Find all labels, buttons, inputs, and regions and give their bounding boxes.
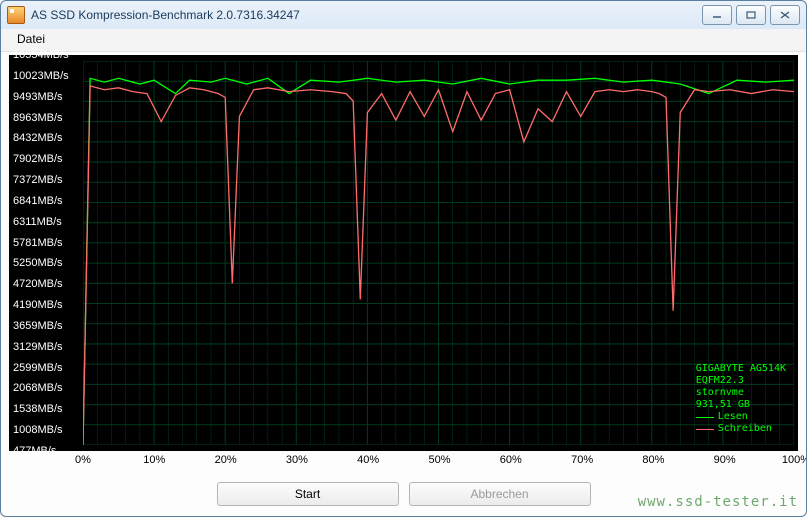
y-tick-label: 3129MB/s	[13, 341, 63, 353]
y-tick-label: 4190MB/s	[13, 299, 63, 311]
x-tick-label: 90%	[714, 454, 736, 466]
titlebar[interactable]: AS SSD Kompression-Benchmark 2.0.7316.34…	[1, 1, 806, 29]
legend-read-label: Lesen	[718, 411, 748, 423]
x-axis-labels: 0%10%20%30%40%50%60%70%80%90%100%	[9, 451, 798, 476]
x-tick-label: 10%	[143, 454, 165, 466]
x-tick-label: 70%	[571, 454, 593, 466]
y-tick-label: 7372MB/s	[13, 174, 63, 186]
maximize-button[interactable]	[736, 5, 766, 25]
menu-bar: Datei	[1, 29, 806, 52]
y-tick-label: 2068MB/s	[13, 382, 63, 394]
y-axis-labels: 10554MB/s10023MB/s9493MB/s8963MB/s8432MB…	[9, 55, 83, 451]
y-tick-label: 8432MB/s	[13, 132, 63, 144]
y-tick-label: 4720MB/s	[13, 278, 63, 290]
legend-read-row: Lesen	[696, 411, 786, 423]
y-tick-label: 7902MB/s	[13, 153, 63, 165]
close-button[interactable]	[770, 5, 800, 25]
x-tick-label: 60%	[500, 454, 522, 466]
legend-firmware: EQFM22.3	[696, 375, 786, 387]
app-icon	[7, 6, 25, 24]
plot-area: GIGABYTE AG514K EQFM22.3 stornvme 931,51…	[83, 61, 794, 445]
y-tick-label: 3659MB/s	[13, 320, 63, 332]
legend-driver: stornvme	[696, 387, 786, 399]
legend-write-row: Schreiben	[696, 423, 786, 435]
watermark: www.ssd-tester.it	[638, 494, 798, 510]
chart-area: 10554MB/s10023MB/s9493MB/s8963MB/s8432MB…	[9, 55, 798, 451]
x-tick-label: 80%	[642, 454, 664, 466]
y-tick-label: 5781MB/s	[13, 237, 63, 249]
x-tick-label: 0%	[75, 454, 91, 466]
legend-device: GIGABYTE AG514K	[696, 363, 786, 375]
y-tick-label: 9493MB/s	[13, 91, 63, 103]
minimize-button[interactable]	[702, 5, 732, 25]
legend-box: GIGABYTE AG514K EQFM22.3 stornvme 931,51…	[696, 363, 786, 435]
app-window: AS SSD Kompression-Benchmark 2.0.7316.34…	[0, 0, 807, 517]
y-tick-label: 6841MB/s	[13, 195, 63, 207]
x-tick-label: 40%	[357, 454, 379, 466]
legend-write-label: Schreiben	[718, 423, 772, 435]
y-tick-label: 1008MB/s	[13, 424, 63, 436]
y-tick-label: 1538MB/s	[13, 403, 63, 415]
window-buttons	[702, 5, 800, 25]
legend-capacity: 931,51 GB	[696, 399, 786, 411]
y-tick-label: 5250MB/s	[13, 257, 63, 269]
legend-read-swatch	[696, 417, 714, 418]
start-button[interactable]: Start	[217, 482, 399, 506]
client-area: 10554MB/s10023MB/s9493MB/s8963MB/s8432MB…	[9, 55, 798, 476]
y-tick-label: 8963MB/s	[13, 112, 63, 124]
x-tick-label: 50%	[428, 454, 450, 466]
y-tick-label: 6311MB/s	[13, 216, 62, 228]
legend-write-swatch	[696, 429, 714, 430]
y-tick-label: 10023MB/s	[13, 70, 69, 82]
x-tick-label: 30%	[286, 454, 308, 466]
menu-file[interactable]: Datei	[11, 31, 51, 47]
y-tick-label: 10554MB/s	[13, 49, 69, 61]
cancel-button[interactable]: Abbrechen	[409, 482, 591, 506]
x-tick-label: 20%	[215, 454, 237, 466]
window-title: AS SSD Kompression-Benchmark 2.0.7316.34…	[31, 8, 702, 22]
x-tick-label: 100%	[782, 454, 807, 466]
plot-svg	[83, 61, 794, 445]
y-tick-label: 2599MB/s	[13, 362, 63, 374]
